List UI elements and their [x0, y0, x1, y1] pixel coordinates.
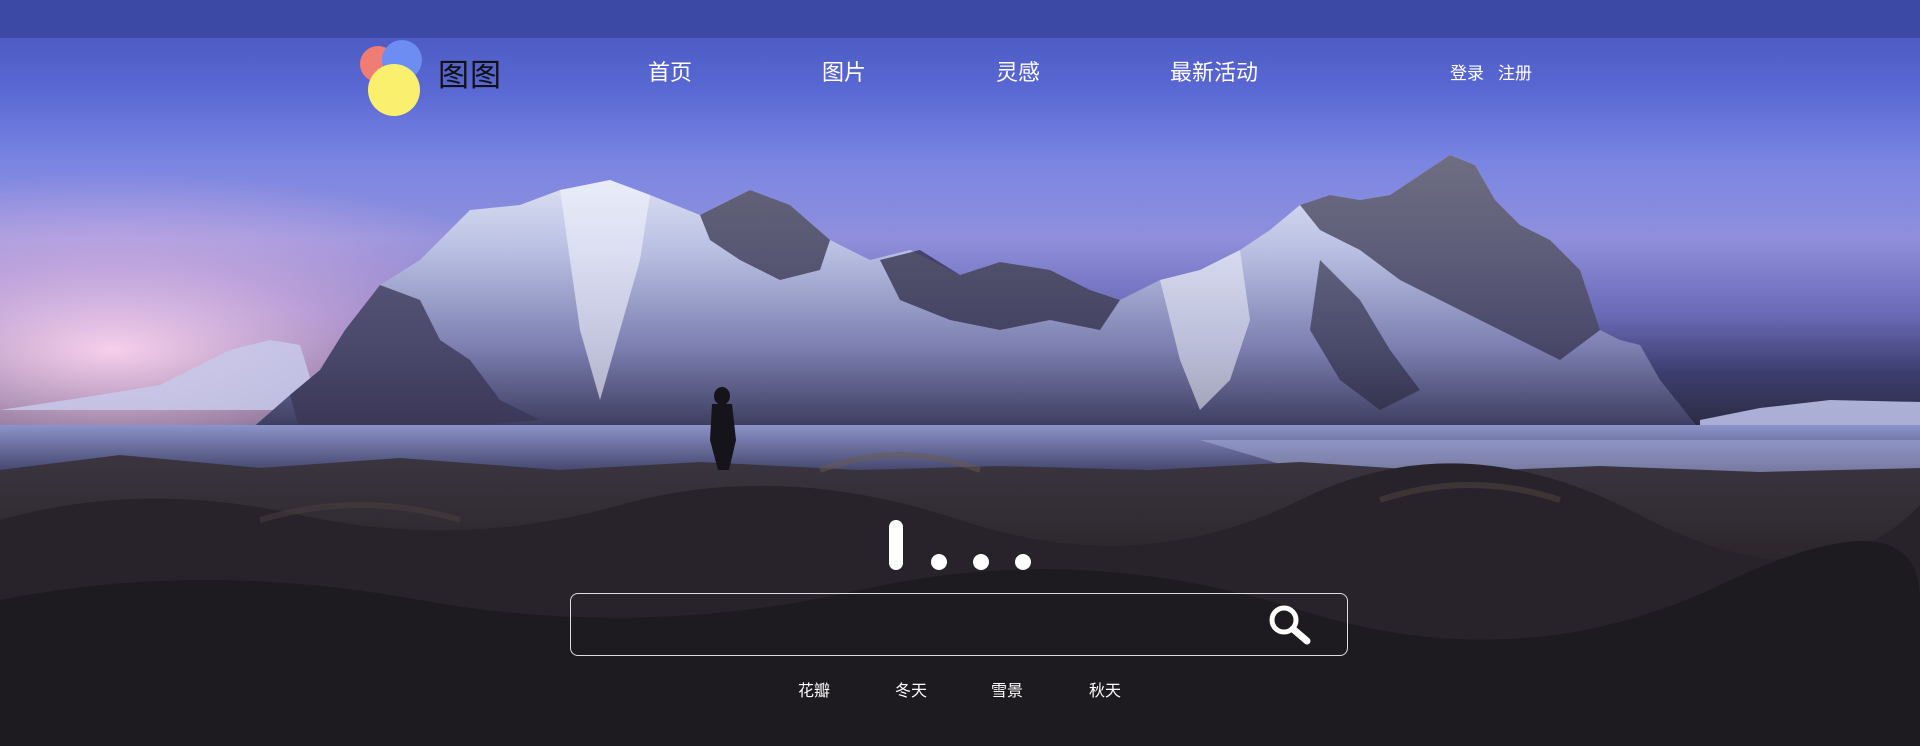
- site-header: 图图 首页 图片 灵感 最新活动 登录 注册: [0, 38, 1920, 118]
- nav-item-inspiration[interactable]: 灵感: [996, 55, 1040, 87]
- search-bar: [570, 593, 1348, 656]
- login-link[interactable]: 登录: [1450, 59, 1484, 84]
- brand-name: 图图: [438, 58, 502, 94]
- register-link[interactable]: 注册: [1498, 59, 1532, 84]
- brand-logo[interactable]: 图图: [356, 38, 516, 118]
- search-icon: [1269, 605, 1311, 645]
- loading-dots-icon: [889, 520, 1031, 570]
- nav-item-images[interactable]: 图片: [822, 55, 866, 87]
- page: 图图 首页 图片 灵感 最新活动 登录 注册 花瓣 冬天 雪景 秋天: [0, 0, 1920, 746]
- search-button[interactable]: [1261, 602, 1321, 648]
- search-tag[interactable]: 秋天: [1089, 677, 1121, 701]
- logo-circles-icon: [360, 40, 422, 116]
- search-input[interactable]: [585, 604, 1229, 646]
- nav-item-latest-events[interactable]: 最新活动: [1170, 55, 1258, 87]
- search-tag[interactable]: 花瓣: [798, 677, 830, 701]
- search-tag[interactable]: 冬天: [895, 677, 927, 701]
- nav-item-home[interactable]: 首页: [648, 55, 692, 87]
- search-tag[interactable]: 雪景: [991, 677, 1023, 701]
